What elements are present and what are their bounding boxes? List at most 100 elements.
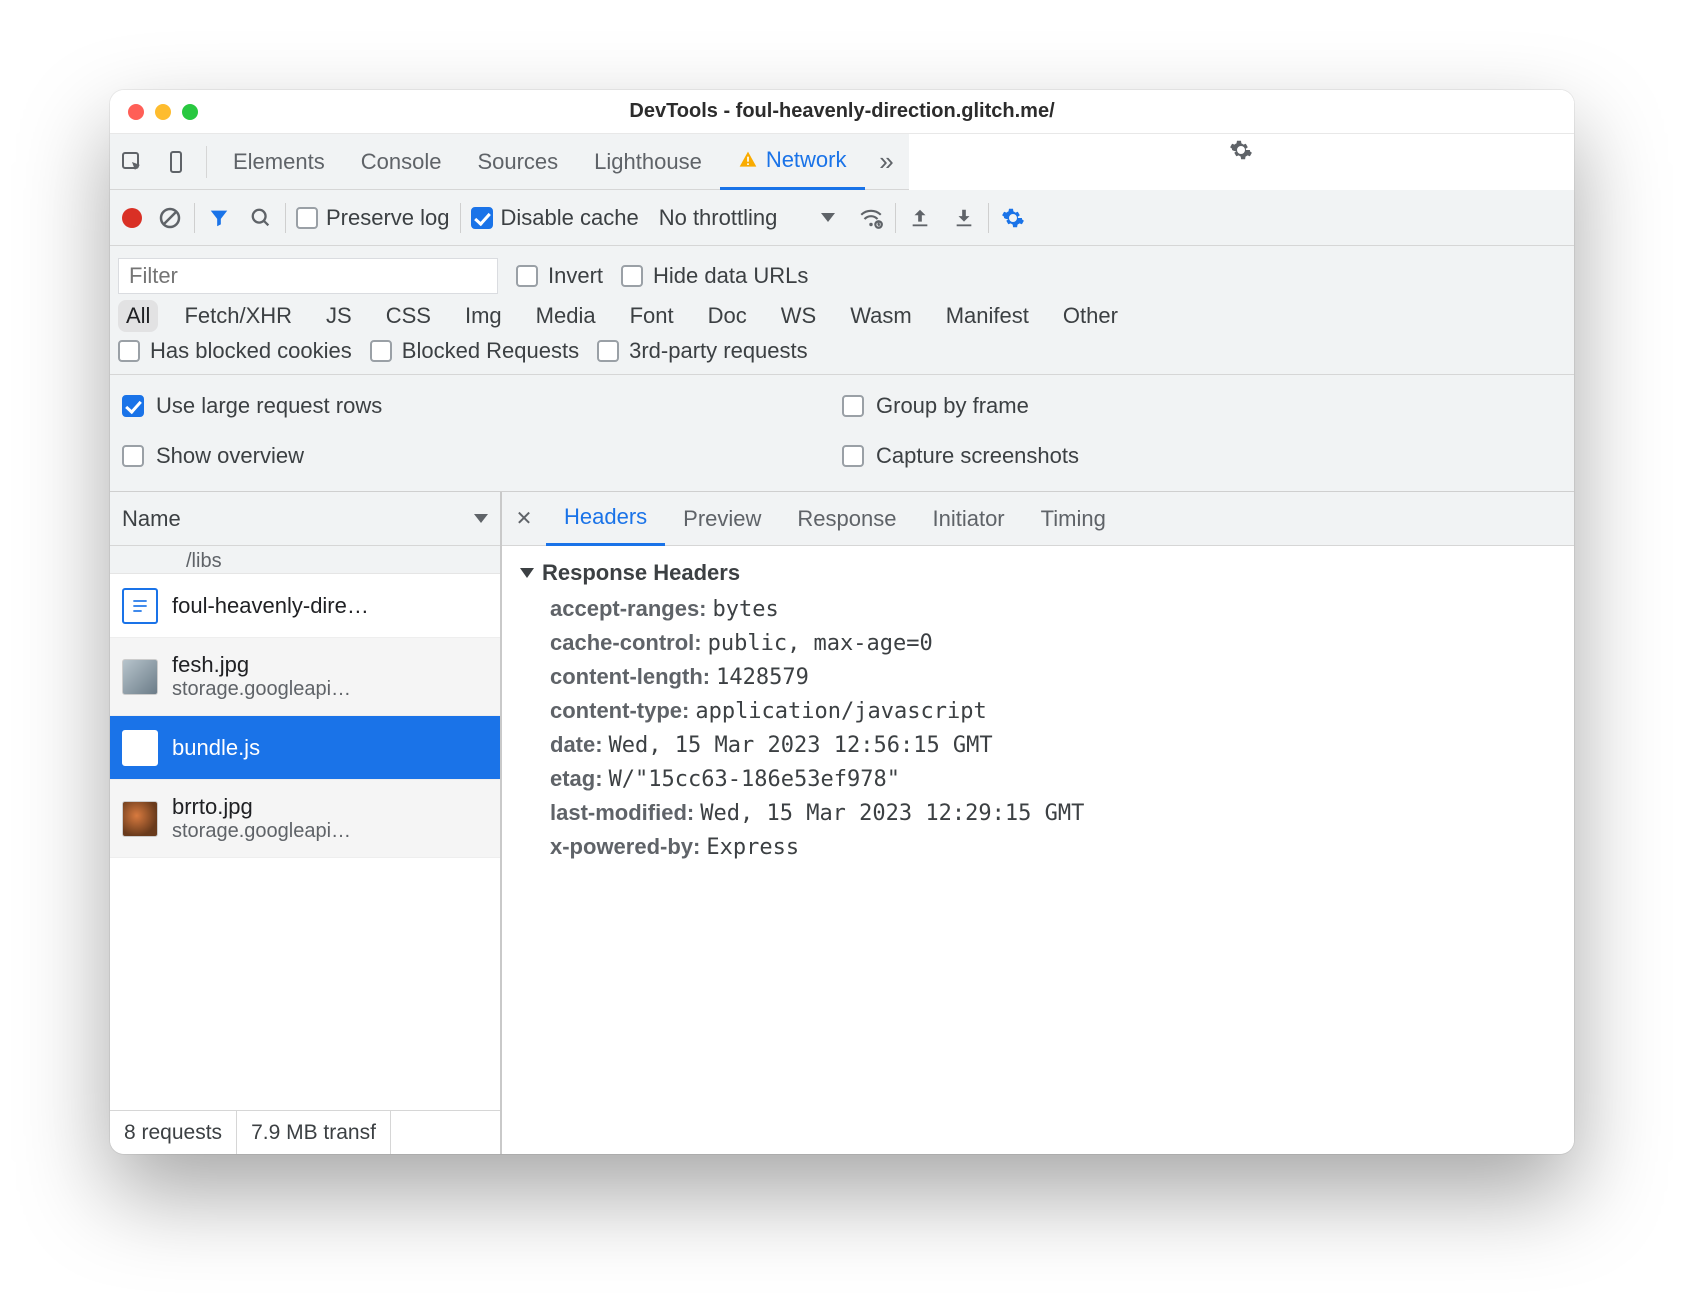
titlebar: DevTools - foul-heavenly-direction.glitc… xyxy=(110,90,1574,134)
tab-label: Sources xyxy=(477,149,558,175)
warning-icon xyxy=(738,150,758,170)
network-settings-pane: Use large request rows Group by frame Sh… xyxy=(110,375,1574,492)
section-label: Response Headers xyxy=(542,560,740,586)
image-thumb-icon xyxy=(122,801,158,837)
filter-bar: Invert Hide data URLs AllFetch/XHRJSCSSI… xyxy=(110,246,1574,375)
search-icon[interactable] xyxy=(247,204,275,232)
response-headers-section[interactable]: Response Headers xyxy=(520,560,1556,586)
disable-cache-checkbox[interactable] xyxy=(471,207,493,229)
capture-screenshots-checkbox[interactable] xyxy=(842,445,864,467)
detail-tab-headers[interactable]: Headers xyxy=(546,492,665,546)
preserve-log-checkbox[interactable] xyxy=(296,207,318,229)
blocked-requests-checkbox[interactable] xyxy=(370,340,392,362)
third-party-label: 3rd-party requests xyxy=(629,338,808,364)
tab-label: Elements xyxy=(233,149,325,175)
type-chip-font[interactable]: Font xyxy=(622,300,682,332)
header-key: content-type: xyxy=(550,698,689,723)
main-split: Name /libs foul-heavenly-dire… fesh.jpgst… xyxy=(110,492,1574,1154)
download-har-icon[interactable] xyxy=(950,204,978,232)
third-party-checkbox[interactable] xyxy=(597,340,619,362)
has-blocked-cookies-checkbox[interactable] xyxy=(118,340,140,362)
type-chip-manifest[interactable]: Manifest xyxy=(938,300,1037,332)
disable-cache-label: Disable cache xyxy=(501,205,639,231)
header-row: content-length:1428579 xyxy=(550,664,1556,690)
header-value: W/"15cc63-186e53ef978" xyxy=(609,767,900,792)
request-domain: storage.googleapi… xyxy=(172,678,351,701)
image-thumb-icon xyxy=(122,659,158,695)
detail-tab-timing[interactable]: Timing xyxy=(1023,492,1124,546)
peek-text: /libs xyxy=(186,550,222,573)
type-chip-other[interactable]: Other xyxy=(1055,300,1126,332)
type-chip-css[interactable]: CSS xyxy=(378,300,439,332)
close-window-button[interactable] xyxy=(128,104,144,120)
large-rows-checkbox[interactable] xyxy=(122,395,144,417)
header-key: cache-control: xyxy=(550,630,702,655)
throttling-select[interactable]: No throttling xyxy=(659,205,836,231)
detail-tab-preview[interactable]: Preview xyxy=(665,492,779,546)
inspect-element-icon[interactable] xyxy=(110,134,154,190)
has-blocked-cookies-label: Has blocked cookies xyxy=(150,338,352,364)
header-value: Express xyxy=(706,835,799,860)
request-row[interactable]: bundle.js xyxy=(110,716,500,780)
type-chip-doc[interactable]: Doc xyxy=(700,300,755,332)
tab-lighthouse[interactable]: Lighthouse xyxy=(576,134,720,190)
tab-label: Console xyxy=(361,149,442,175)
column-label: Name xyxy=(122,506,181,532)
detail-tabs: ✕ HeadersPreviewResponseInitiatorTiming xyxy=(502,492,1574,546)
request-name: foul-heavenly-dire… xyxy=(172,593,369,619)
type-chip-media[interactable]: Media xyxy=(528,300,604,332)
header-key: x-powered-by: xyxy=(550,834,700,859)
type-chip-all[interactable]: All xyxy=(118,300,158,332)
zoom-window-button[interactable] xyxy=(182,104,198,120)
tab-label: Lighthouse xyxy=(594,149,702,175)
show-overview-checkbox[interactable] xyxy=(122,445,144,467)
close-detail-icon[interactable]: ✕ xyxy=(502,506,546,531)
type-chip-img[interactable]: Img xyxy=(457,300,510,332)
request-row-peek: /libs xyxy=(110,546,500,574)
type-chip-fetchxhr[interactable]: Fetch/XHR xyxy=(176,300,300,332)
filter-input[interactable] xyxy=(118,258,498,294)
tab-elements[interactable]: Elements xyxy=(215,134,343,190)
panel-tabs: Elements Console Sources Lighthouse Netw… xyxy=(110,134,1574,190)
header-value: bytes xyxy=(713,597,779,622)
header-row: cache-control:public, max-age=0 xyxy=(550,630,1556,656)
type-chip-ws[interactable]: WS xyxy=(773,300,824,332)
network-conditions-icon[interactable] xyxy=(857,204,885,232)
request-row[interactable]: fesh.jpgstorage.googleapi… xyxy=(110,638,500,716)
script-icon xyxy=(122,730,158,766)
name-column-header[interactable]: Name xyxy=(110,492,500,546)
header-row: last-modified:Wed, 15 Mar 2023 12:29:15 … xyxy=(550,800,1556,826)
header-key: last-modified: xyxy=(550,800,694,825)
network-toolbar: Preserve log Disable cache No throttling xyxy=(110,190,1574,246)
minimize-window-button[interactable] xyxy=(155,104,171,120)
device-toolbar-icon[interactable] xyxy=(154,134,198,190)
filter-funnel-icon[interactable] xyxy=(205,204,233,232)
record-button[interactable] xyxy=(118,204,146,232)
more-tabs-icon[interactable]: » xyxy=(865,134,909,190)
network-settings-gear-icon[interactable] xyxy=(999,204,1027,232)
status-footer: 8 requests 7.9 MB transf xyxy=(110,1110,500,1154)
header-row: etag:W/"15cc63-186e53ef978" xyxy=(550,766,1556,792)
type-chip-js[interactable]: JS xyxy=(318,300,360,332)
disclosure-triangle-icon xyxy=(520,568,534,578)
tab-console[interactable]: Console xyxy=(343,134,460,190)
request-name: brrto.jpg xyxy=(172,794,351,820)
header-row: date:Wed, 15 Mar 2023 12:56:15 GMT xyxy=(550,732,1556,758)
hide-data-urls-checkbox[interactable] xyxy=(621,265,643,287)
upload-har-icon[interactable] xyxy=(906,204,934,232)
detail-tab-initiator[interactable]: Initiator xyxy=(914,492,1022,546)
group-by-frame-checkbox[interactable] xyxy=(842,395,864,417)
request-row[interactable]: foul-heavenly-dire… xyxy=(110,574,500,638)
throttling-value: No throttling xyxy=(659,205,778,231)
header-row: accept-ranges:bytes xyxy=(550,596,1556,622)
clear-icon[interactable] xyxy=(156,204,184,232)
tab-network[interactable]: Network xyxy=(720,134,865,190)
separator xyxy=(206,146,207,178)
detail-tab-response[interactable]: Response xyxy=(779,492,914,546)
chevron-down-icon xyxy=(821,213,835,222)
preserve-log-label: Preserve log xyxy=(326,205,450,231)
request-row[interactable]: brrto.jpgstorage.googleapi… xyxy=(110,780,500,858)
invert-checkbox[interactable] xyxy=(516,265,538,287)
type-chip-wasm[interactable]: Wasm xyxy=(842,300,920,332)
tab-sources[interactable]: Sources xyxy=(459,134,576,190)
